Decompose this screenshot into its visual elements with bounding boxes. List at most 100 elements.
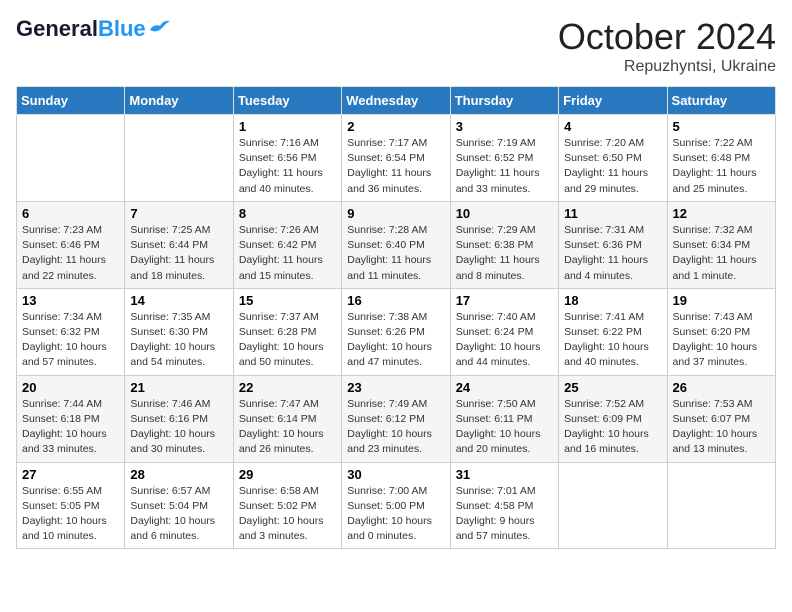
day-number: 1 [239, 119, 336, 134]
day-info: Sunrise: 7:52 AMSunset: 6:09 PMDaylight:… [564, 397, 661, 458]
location-subtitle: Repuzhyntsi, Ukraine [558, 58, 776, 76]
day-number: 22 [239, 380, 336, 395]
day-number: 25 [564, 380, 661, 395]
calendar-cell: 2 Sunrise: 7:17 AMSunset: 6:54 PMDaylight… [342, 115, 450, 202]
day-number: 2 [347, 119, 444, 134]
day-info: Sunrise: 7:44 AMSunset: 6:18 PMDaylight:… [22, 397, 119, 458]
calendar-cell: 11 Sunrise: 7:31 AMSunset: 6:36 PMDayligh… [559, 201, 667, 288]
calendar-cell: 24Sunrise: 7:50 AMSunset: 6:11 PMDayligh… [450, 375, 558, 462]
calendar-cell: 21 Sunrise: 7:46 AMSunset: 6:16 PMDayligh… [125, 375, 233, 462]
day-info: Sunrise: 6:58 AMSunset: 5:02 PMDaylight:… [239, 484, 336, 545]
day-number: 26 [673, 380, 770, 395]
calendar-cell: 15 Sunrise: 7:37 AMSunset: 6:28 PMDayligh… [233, 288, 341, 375]
day-number: 16 [347, 293, 444, 308]
day-info: Sunrise: 7:00 AMSunset: 5:00 PMDaylight:… [347, 484, 444, 545]
day-info: Sunrise: 7:31 AMSunset: 6:36 PMDaylight:… [564, 223, 661, 284]
day-info: Sunrise: 6:55 AMSunset: 5:05 PMDaylight:… [22, 484, 119, 545]
weekday-header-friday: Friday [559, 87, 667, 115]
day-number: 13 [22, 293, 119, 308]
title-section: October 2024 Repuzhyntsi, Ukraine [558, 16, 776, 76]
calendar-cell: 18 Sunrise: 7:41 AMSunset: 6:22 PMDayligh… [559, 288, 667, 375]
day-info: Sunrise: 7:40 AMSunset: 6:24 PMDaylight:… [456, 310, 553, 371]
day-number: 14 [130, 293, 227, 308]
logo-blue-text: Blue [98, 16, 146, 42]
day-info: Sunrise: 7:35 AMSunset: 6:30 PMDaylight:… [130, 310, 227, 371]
logo-general-text: General [16, 16, 98, 42]
day-info: Sunrise: 7:50 AMSunset: 6:11 PMDaylight:… [456, 397, 553, 458]
day-number: 21 [130, 380, 227, 395]
day-number: 3 [456, 119, 553, 134]
day-number: 7 [130, 206, 227, 221]
day-info: Sunrise: 7:20 AMSunset: 6:50 PMDaylight:… [564, 136, 661, 197]
day-info: Sunrise: 7:29 AMSunset: 6:38 PMDaylight:… [456, 223, 553, 284]
calendar-cell: 1 Sunrise: 7:16 AMSunset: 6:56 PMDaylight… [233, 115, 341, 202]
day-info: Sunrise: 7:17 AMSunset: 6:54 PMDaylight:… [347, 136, 444, 197]
day-number: 15 [239, 293, 336, 308]
day-info: Sunrise: 7:16 AMSunset: 6:56 PMDaylight:… [239, 136, 336, 197]
day-info: Sunrise: 7:34 AMSunset: 6:32 PMDaylight:… [22, 310, 119, 371]
day-number: 20 [22, 380, 119, 395]
logo-bird-icon [148, 18, 170, 39]
calendar-cell [667, 462, 775, 549]
calendar-cell: 26 Sunrise: 7:53 AMSunset: 6:07 PMDayligh… [667, 375, 775, 462]
calendar-week-row: 6 Sunrise: 7:23 AMSunset: 6:46 PMDaylight… [17, 201, 776, 288]
day-number: 6 [22, 206, 119, 221]
calendar-cell: 31Sunrise: 7:01 AMSunset: 4:58 PMDayligh… [450, 462, 558, 549]
calendar-cell: 25 Sunrise: 7:52 AMSunset: 6:09 PMDayligh… [559, 375, 667, 462]
calendar-cell: 4 Sunrise: 7:20 AMSunset: 6:50 PMDaylight… [559, 115, 667, 202]
day-info: Sunrise: 7:49 AMSunset: 6:12 PMDaylight:… [347, 397, 444, 458]
calendar-cell: 28Sunrise: 6:57 AMSunset: 5:04 PMDayligh… [125, 462, 233, 549]
day-number: 30 [347, 467, 444, 482]
weekday-header-saturday: Saturday [667, 87, 775, 115]
calendar-week-row: 13 Sunrise: 7:34 AMSunset: 6:32 PMDayligh… [17, 288, 776, 375]
weekday-header-monday: Monday [125, 87, 233, 115]
calendar-table: SundayMondayTuesdayWednesdayThursdayFrid… [16, 86, 776, 549]
logo: General Blue [16, 16, 170, 42]
day-info: Sunrise: 7:38 AMSunset: 6:26 PMDaylight:… [347, 310, 444, 371]
day-number: 4 [564, 119, 661, 134]
calendar-cell: 30 Sunrise: 7:00 AMSunset: 5:00 PMDayligh… [342, 462, 450, 549]
day-number: 9 [347, 206, 444, 221]
calendar-week-row: 27Sunrise: 6:55 AMSunset: 5:05 PMDayligh… [17, 462, 776, 549]
day-info: Sunrise: 7:41 AMSunset: 6:22 PMDaylight:… [564, 310, 661, 371]
day-number: 10 [456, 206, 553, 221]
calendar-cell: 22Sunrise: 7:47 AMSunset: 6:14 PMDayligh… [233, 375, 341, 462]
calendar-cell: 17 Sunrise: 7:40 AMSunset: 6:24 PMDayligh… [450, 288, 558, 375]
calendar-cell: 12 Sunrise: 7:32 AMSunset: 6:34 PMDayligh… [667, 201, 775, 288]
day-number: 29 [239, 467, 336, 482]
day-info: Sunrise: 7:19 AMSunset: 6:52 PMDaylight:… [456, 136, 553, 197]
calendar-cell [559, 462, 667, 549]
day-number: 17 [456, 293, 553, 308]
day-number: 18 [564, 293, 661, 308]
day-info: Sunrise: 7:32 AMSunset: 6:34 PMDaylight:… [673, 223, 770, 284]
day-info: Sunrise: 7:22 AMSunset: 6:48 PMDaylight:… [673, 136, 770, 197]
day-info: Sunrise: 7:53 AMSunset: 6:07 PMDaylight:… [673, 397, 770, 458]
calendar-cell: 10 Sunrise: 7:29 AMSunset: 6:38 PMDayligh… [450, 201, 558, 288]
calendar-cell [17, 115, 125, 202]
day-info: Sunrise: 7:46 AMSunset: 6:16 PMDaylight:… [130, 397, 227, 458]
calendar-cell: 16 Sunrise: 7:38 AMSunset: 6:26 PMDayligh… [342, 288, 450, 375]
calendar-week-row: 1 Sunrise: 7:16 AMSunset: 6:56 PMDaylight… [17, 115, 776, 202]
weekday-header-sunday: Sunday [17, 87, 125, 115]
calendar-cell: 8Sunrise: 7:26 AMSunset: 6:42 PMDaylight… [233, 201, 341, 288]
day-info: Sunrise: 6:57 AMSunset: 5:04 PMDaylight:… [130, 484, 227, 545]
weekday-header-thursday: Thursday [450, 87, 558, 115]
day-info: Sunrise: 7:25 AMSunset: 6:44 PMDaylight:… [130, 223, 227, 284]
day-info: Sunrise: 7:23 AMSunset: 6:46 PMDaylight:… [22, 223, 119, 284]
calendar-cell: 6 Sunrise: 7:23 AMSunset: 6:46 PMDaylight… [17, 201, 125, 288]
calendar-cell: 13 Sunrise: 7:34 AMSunset: 6:32 PMDayligh… [17, 288, 125, 375]
day-number: 8 [239, 206, 336, 221]
calendar-cell: 20 Sunrise: 7:44 AMSunset: 6:18 PMDayligh… [17, 375, 125, 462]
day-info: Sunrise: 7:37 AMSunset: 6:28 PMDaylight:… [239, 310, 336, 371]
weekday-header-wednesday: Wednesday [342, 87, 450, 115]
calendar-cell: 3 Sunrise: 7:19 AMSunset: 6:52 PMDaylight… [450, 115, 558, 202]
calendar-cell: 23Sunrise: 7:49 AMSunset: 6:12 PMDayligh… [342, 375, 450, 462]
calendar-header-row: SundayMondayTuesdayWednesdayThursdayFrid… [17, 87, 776, 115]
day-number: 12 [673, 206, 770, 221]
month-title: October 2024 [558, 16, 776, 58]
calendar-cell: 5Sunrise: 7:22 AMSunset: 6:48 PMDaylight… [667, 115, 775, 202]
day-info: Sunrise: 7:43 AMSunset: 6:20 PMDaylight:… [673, 310, 770, 371]
calendar-cell [125, 115, 233, 202]
calendar-cell: 27Sunrise: 6:55 AMSunset: 5:05 PMDayligh… [17, 462, 125, 549]
day-number: 11 [564, 206, 661, 221]
